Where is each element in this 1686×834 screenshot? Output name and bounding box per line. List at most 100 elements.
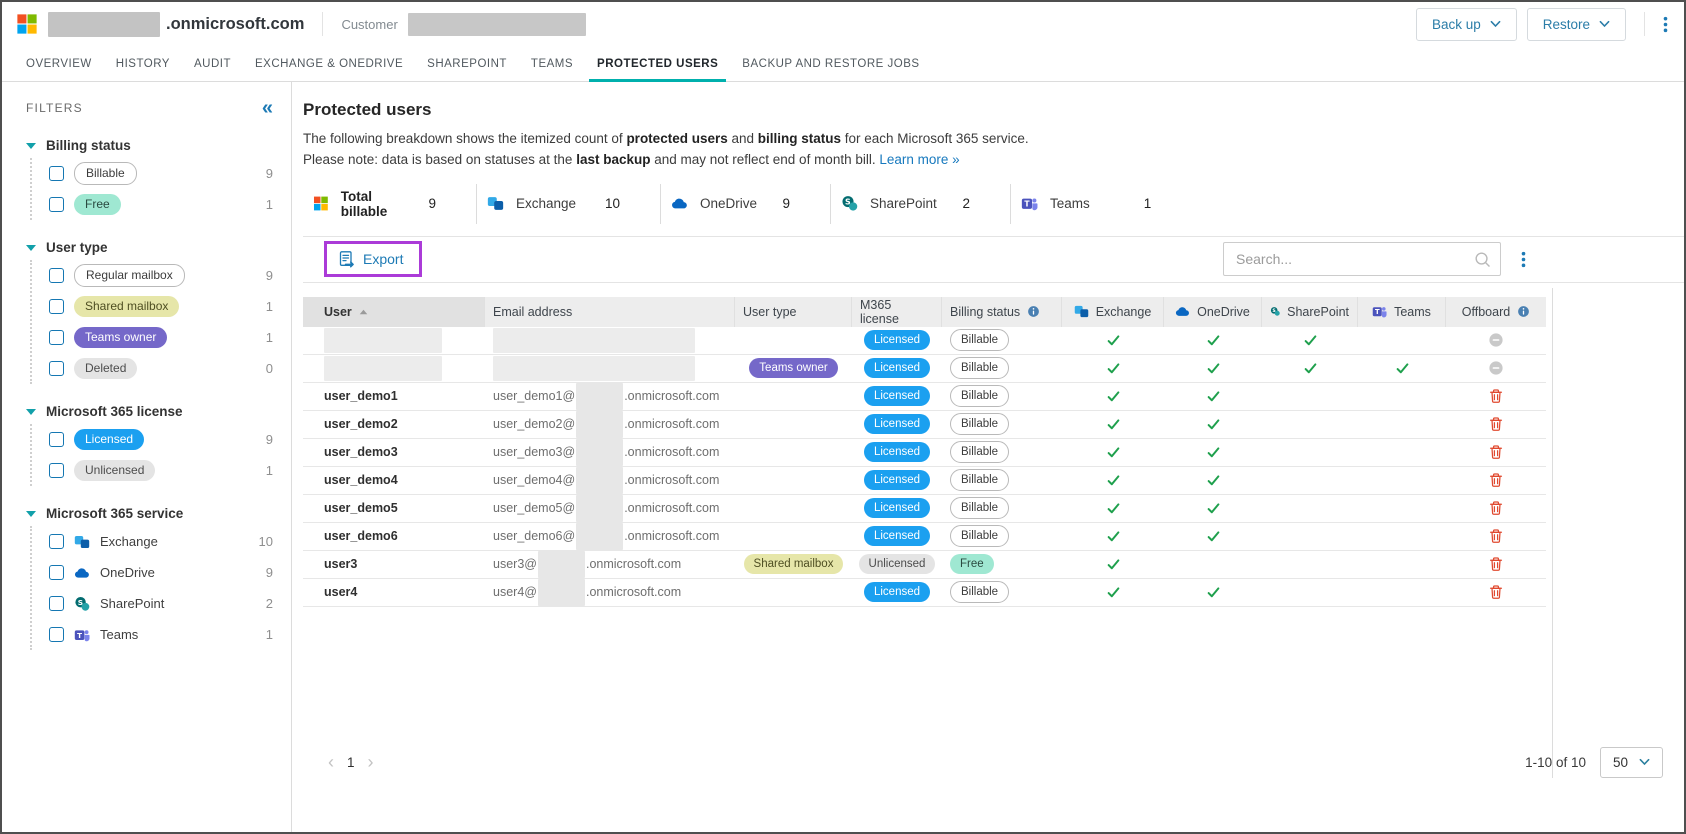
checkbox[interactable] bbox=[49, 627, 64, 642]
checkbox[interactable] bbox=[49, 166, 64, 181]
table-options-icon[interactable] bbox=[1521, 251, 1526, 268]
cell-user: user_demo2 bbox=[303, 411, 485, 438]
next-page-button[interactable]: › bbox=[357, 752, 385, 773]
license-badge: Licensed bbox=[864, 582, 930, 601]
filter-items: Billable9Free1 bbox=[30, 158, 273, 220]
license-badge: Licensed bbox=[864, 470, 930, 489]
offboard-disabled-icon bbox=[1488, 360, 1504, 376]
tab-overview[interactable]: OVERVIEW bbox=[14, 46, 104, 81]
filter-item-onedrive[interactable]: OneDrive9 bbox=[49, 557, 273, 588]
checkbox[interactable] bbox=[49, 565, 64, 580]
checkbox[interactable] bbox=[49, 463, 64, 478]
page-title: Protected users bbox=[303, 100, 1684, 120]
offboard-delete-button[interactable] bbox=[1488, 472, 1504, 488]
column-header-email-address[interactable]: Email address bbox=[485, 297, 735, 327]
email-address: user_demo2@.onmicrosoft.com bbox=[493, 411, 719, 438]
cell-exchange bbox=[1062, 495, 1164, 522]
filter-section-header[interactable]: Microsoft 365 service bbox=[26, 506, 273, 521]
collapse-sidebar-button[interactable]: « bbox=[262, 98, 273, 118]
tab-protected-users[interactable]: PROTECTED USERS bbox=[585, 46, 730, 81]
checkbox[interactable] bbox=[49, 596, 64, 611]
check-icon bbox=[1206, 417, 1221, 432]
table-row: user_demo5user_demo5@.onmicrosoft.comLic… bbox=[303, 495, 1546, 523]
export-button[interactable]: Export bbox=[337, 250, 403, 268]
offboard-delete-button[interactable] bbox=[1488, 444, 1504, 460]
filter-section-header[interactable]: Microsoft 365 license bbox=[26, 404, 273, 419]
tab-exchange-onedrive[interactable]: EXCHANGE & ONEDRIVE bbox=[243, 46, 415, 81]
filter-item-billable[interactable]: Billable9 bbox=[49, 158, 273, 189]
email-prefix: user3@ bbox=[493, 557, 537, 571]
learn-more-link[interactable]: Learn more » bbox=[879, 152, 959, 167]
cell-billing: Billable bbox=[942, 355, 1062, 382]
description-line-2: Please note: data is based on statuses a… bbox=[303, 150, 1684, 170]
tab-backup-and-restore-jobs[interactable]: BACKUP AND RESTORE JOBS bbox=[730, 46, 931, 81]
check-icon bbox=[1106, 333, 1121, 348]
offboard-delete-button[interactable] bbox=[1488, 584, 1504, 600]
prev-page-button[interactable]: ‹ bbox=[317, 752, 345, 773]
cell-exchange bbox=[1062, 439, 1164, 466]
tab-teams[interactable]: TEAMS bbox=[519, 46, 585, 81]
filter-section-user-type: User type Regular mailbox9Shared mailbox1… bbox=[26, 240, 273, 384]
offboard-delete-button[interactable] bbox=[1488, 416, 1504, 432]
cell-user: user_demo5 bbox=[303, 495, 485, 522]
check-icon bbox=[1206, 445, 1221, 460]
check-icon bbox=[1303, 361, 1318, 376]
page-size-select[interactable]: 50 bbox=[1600, 747, 1663, 778]
stat-label: OneDrive bbox=[700, 196, 757, 211]
column-header-user-type[interactable]: User type bbox=[735, 297, 852, 327]
cell-exchange bbox=[1062, 551, 1164, 578]
filter-section-header[interactable]: User type bbox=[26, 240, 273, 255]
column-header-teams[interactable]: TTeams bbox=[1358, 297, 1446, 327]
filter-item-teams-owner[interactable]: Teams owner1 bbox=[49, 322, 273, 353]
column-header-billing-status[interactable]: Billing status bbox=[942, 297, 1062, 327]
tab-audit[interactable]: AUDIT bbox=[182, 46, 243, 81]
filter-item-unlicensed[interactable]: Unlicensed1 bbox=[49, 455, 273, 486]
filter-item-licensed[interactable]: Licensed9 bbox=[49, 424, 273, 455]
scrollbar-track[interactable] bbox=[1552, 288, 1553, 778]
checkbox[interactable] bbox=[49, 268, 64, 283]
collapse-triangle-icon bbox=[26, 409, 36, 415]
user-name: user_demo5 bbox=[324, 501, 398, 515]
cell-onedrive bbox=[1164, 439, 1262, 466]
teams-icon: T bbox=[1021, 195, 1038, 212]
email-prefix: user_demo4@ bbox=[493, 473, 575, 487]
checkbox[interactable] bbox=[49, 299, 64, 314]
filter-item-teams[interactable]: TTeams1 bbox=[49, 619, 273, 650]
offboard-delete-button[interactable] bbox=[1488, 388, 1504, 404]
email-suffix: .onmicrosoft.com bbox=[586, 585, 681, 599]
column-header-exchange[interactable]: Exchange bbox=[1062, 297, 1164, 327]
exchange-icon bbox=[487, 195, 504, 212]
restore-button[interactable]: Restore bbox=[1527, 8, 1626, 41]
tab-sharepoint[interactable]: SHAREPOINT bbox=[415, 46, 519, 81]
checkbox[interactable] bbox=[49, 330, 64, 345]
filter-section-header[interactable]: Billing status bbox=[26, 138, 273, 153]
column-header-user[interactable]: User bbox=[303, 297, 485, 327]
checkbox[interactable] bbox=[49, 197, 64, 212]
microsoft-logo-icon bbox=[16, 13, 38, 35]
offboard-delete-button[interactable] bbox=[1488, 528, 1504, 544]
tab-history[interactable]: HISTORY bbox=[104, 46, 182, 81]
current-page[interactable]: 1 bbox=[347, 755, 355, 770]
offboard-delete-button[interactable] bbox=[1488, 500, 1504, 516]
backup-button[interactable]: Back up bbox=[1416, 8, 1517, 41]
filter-item-shared-mailbox[interactable]: Shared mailbox1 bbox=[49, 291, 273, 322]
offboard-delete-button[interactable] bbox=[1488, 556, 1504, 572]
checkbox[interactable] bbox=[49, 432, 64, 447]
filter-badge: Licensed bbox=[74, 429, 144, 450]
search-input[interactable] bbox=[1224, 251, 1500, 267]
checkbox[interactable] bbox=[49, 361, 64, 376]
checkbox[interactable] bbox=[49, 534, 64, 549]
table-row: user_demo3user_demo3@.onmicrosoft.comLic… bbox=[303, 439, 1546, 467]
license-badge: Licensed bbox=[864, 358, 930, 377]
filter-item-deleted[interactable]: Deleted0 bbox=[49, 353, 273, 384]
column-header-onedrive[interactable]: OneDrive bbox=[1164, 297, 1262, 327]
filter-item-exchange[interactable]: Exchange10 bbox=[49, 526, 273, 557]
filter-item-sharepoint[interactable]: SSharePoint2 bbox=[49, 588, 273, 619]
email-address: user_demo1@.onmicrosoft.com bbox=[493, 383, 719, 410]
column-header-m365-license[interactable]: M365 license bbox=[852, 297, 942, 327]
column-header-offboard[interactable]: Offboard bbox=[1446, 297, 1546, 327]
column-header-sharepoint[interactable]: SSharePoint bbox=[1262, 297, 1358, 327]
filter-item-free[interactable]: Free1 bbox=[49, 189, 273, 220]
more-options-icon[interactable] bbox=[1663, 16, 1668, 33]
filter-item-regular-mailbox[interactable]: Regular mailbox9 bbox=[49, 260, 273, 291]
